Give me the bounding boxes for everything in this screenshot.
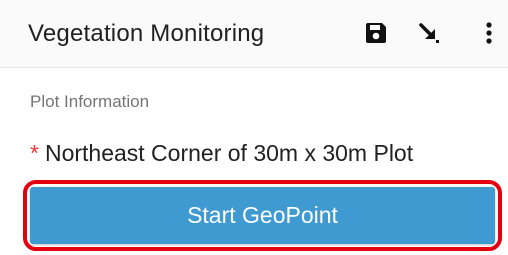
more-vert-icon[interactable] bbox=[474, 18, 504, 48]
required-marker: * bbox=[30, 140, 39, 166]
app-title: Vegetation Monitoring bbox=[28, 20, 265, 47]
question-label: * Northeast Corner of 30m x 30m Plot bbox=[30, 140, 413, 167]
go-to-question-icon[interactable] bbox=[414, 18, 444, 48]
question-text: Northeast Corner of 30m x 30m Plot bbox=[44, 140, 414, 166]
group-label: Plot Information bbox=[30, 92, 150, 111]
app-bar: Vegetation Monitoring bbox=[0, 0, 508, 68]
start-geopoint-button[interactable]: Start GeoPoint bbox=[30, 187, 495, 244]
save-icon[interactable] bbox=[361, 18, 391, 48]
